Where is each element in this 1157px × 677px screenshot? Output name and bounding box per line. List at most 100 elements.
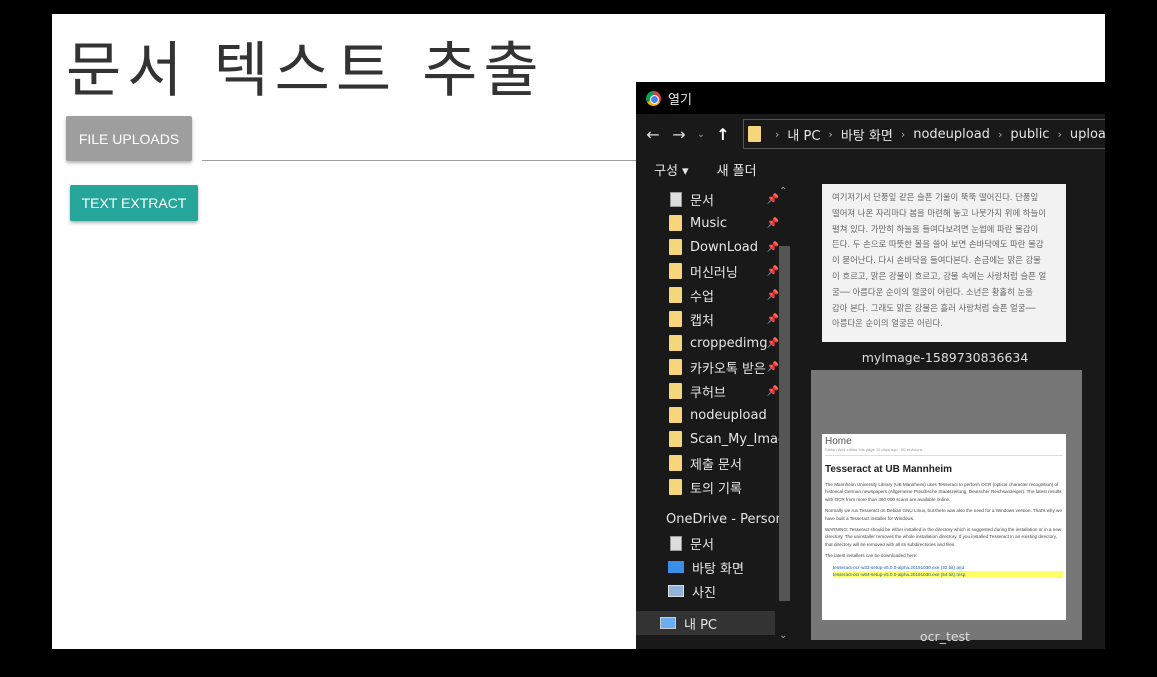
sidebar-item-machine-learning[interactable]: 머신러닝 📌	[636, 259, 781, 283]
sidebar-item-pictures[interactable]: 사진	[636, 579, 781, 603]
pc-icon	[660, 617, 676, 629]
sidebar-item-label: DownLoad	[690, 239, 759, 255]
sidebar-item-submitted-docs[interactable]: 제출 문서	[636, 451, 781, 475]
file-upload-button[interactable]: FILE UPLOADS	[66, 116, 192, 161]
up-arrow-icon[interactable]: ↑	[714, 125, 732, 144]
folder-icon	[669, 287, 682, 303]
text-extract-button[interactable]: TEXT EXTRACT	[70, 185, 198, 221]
sidebar-item-label: Music	[690, 215, 727, 231]
sidebar-item-documents[interactable]: 문서 📌	[636, 187, 781, 211]
folder-icon	[669, 359, 682, 375]
preview-list-item: tesseract-ocr-w32-setup-v5.0.0-alpha.201…	[833, 564, 964, 570]
breadcrumb-item[interactable]: nodeupload	[913, 127, 990, 142]
chrome-icon	[646, 90, 661, 106]
sidebar-item-label: 내 PC	[684, 617, 718, 633]
sidebar-item-label: Scan_My_Image	[690, 431, 781, 447]
file-thumbnail: 여기저기서 단풍잎 같은 슬픈 기울이 뚝뚝 떨어진다. 단풍잎 떨어져 나온 …	[822, 184, 1066, 342]
preview-line: 굴── 아름다운 순이의 얼굴이 어린다. 소년은 황홀히 눈을	[832, 286, 1033, 297]
preview-line: 여기저기서 단풍잎 같은 슬픈 기울이 뚝뚝 떨어진다. 단풍잎	[832, 192, 1039, 202]
preview-line: 든다. 두 손으로 따뜻한 볼을 쓸어 보면 손바닥에도 파란 물감	[832, 239, 1044, 250]
folder-icon	[669, 311, 682, 327]
page-title: 문서 텍스트 추출	[66, 36, 545, 106]
breadcrumb-item[interactable]: uploads	[1070, 127, 1105, 142]
sidebar-item-kakaotalk[interactable]: 카카오톡 받은 📌	[636, 355, 781, 379]
preview-paragraph: The latest installers can be downloaded …	[825, 553, 918, 559]
sidebar-item-onedrive-documents[interactable]: 문서	[636, 531, 781, 555]
folder-icon	[669, 431, 682, 447]
sidebar-item-label: 쿠허브	[690, 385, 726, 401]
breadcrumb-separator-icon: ›	[900, 127, 906, 141]
organize-menu[interactable]: 구성 ▾	[654, 160, 689, 179]
document-icon	[670, 535, 682, 551]
breadcrumb-item[interactable]: 바탕 화면	[841, 125, 893, 144]
preview-line: 이 묻어난다. 다시 손바닥을 들여다본다. 손금에는 맑은 강물	[832, 255, 1041, 266]
forward-arrow-icon[interactable]: →	[670, 125, 688, 144]
sidebar-item-label: 제출 문서	[690, 457, 742, 473]
chevron-down-icon[interactable]: ⌄	[696, 129, 706, 140]
preview-home: Home	[825, 436, 852, 447]
sidebar-item-label: 문서	[690, 537, 714, 553]
back-arrow-icon[interactable]: ←	[644, 125, 662, 144]
document-icon	[670, 191, 682, 207]
navigation-bar: ← → ⌄ ↑ › 내 PC › 바탕 화면 › nodeupload › pu…	[636, 114, 1105, 154]
sidebar-item-capture[interactable]: 캡처 📌	[636, 307, 781, 331]
sidebar-item-onedrive[interactable]: OneDrive - Person	[636, 507, 781, 531]
scrollbar-thumb[interactable]	[779, 246, 790, 601]
scroll-down-icon[interactable]: ⌄	[779, 630, 787, 641]
preview-meta: Stefan Weil edited this page 16 days ago…	[825, 447, 1063, 456]
sidebar-item-label: nodeupload	[690, 407, 767, 423]
sidebar-item-download[interactable]: DownLoad 📌	[636, 235, 781, 259]
desktop-icon	[668, 561, 684, 573]
preview-paragraph: WARNING: Tesseract should be either inst…	[825, 527, 1062, 547]
file-list: 여기저기서 단풍잎 같은 슬픈 기울이 뚝뚝 떨어진다. 단풍잎 떨어져 나온 …	[794, 184, 1105, 649]
sidebar-item-discussion-log[interactable]: 토의 기록	[636, 475, 781, 499]
preview-paragraph: Normally we run Tesseract on Debian GNU …	[825, 508, 1062, 521]
sidebar-item-class[interactable]: 수업 📌	[636, 283, 781, 307]
sidebar-item-croppedimg[interactable]: croppedimg 📌	[636, 331, 781, 355]
file-thumbnail: Home Stefan Weil edited this page 16 day…	[822, 434, 1066, 620]
preview-line: 이 흐르고, 맑은 강물이 흐르고, 강물 속에는 사랑처럼 슬픈 얼	[832, 270, 1047, 281]
folder-icon	[669, 263, 682, 279]
sidebar-item-desktop[interactable]: 바탕 화면	[636, 555, 781, 579]
folder-icon	[748, 126, 761, 142]
sidebar-item-label: 사진	[692, 585, 716, 601]
breadcrumb-separator-icon: ›	[997, 127, 1003, 141]
file-path-input[interactable]	[202, 160, 642, 161]
breadcrumb-item[interactable]: 내 PC	[787, 125, 820, 144]
breadcrumb-separator-icon: ›	[1057, 127, 1062, 141]
folder-icon	[669, 407, 682, 423]
breadcrumb-item[interactable]: public	[1010, 127, 1049, 142]
file-name: ocr_test	[920, 629, 970, 644]
sidebar-item-label: croppedimg	[690, 335, 768, 351]
preview-paragraph: The Mannheim University Library (UB Mann…	[825, 482, 1062, 502]
sidebar-item-label: 수업	[690, 289, 714, 305]
sidebar-item-scan-my-image[interactable]: Scan_My_Image	[636, 427, 781, 451]
sidebar-item-nodeupload[interactable]: nodeupload	[636, 403, 781, 427]
dialog-titlebar: 열기	[636, 82, 1105, 114]
folder-icon	[669, 455, 682, 471]
sidebar-item-kuhub[interactable]: 쿠허브 📌	[636, 379, 781, 403]
sidebar-item-label: 바탕 화면	[692, 561, 744, 577]
preview-line: 감아 본다. 그래도 맑은 강물은 흘러 사랑처럼 슬픈 얼굴──	[832, 302, 1036, 313]
breadcrumb-separator-icon: ›	[775, 127, 780, 141]
sidebar-item-music[interactable]: Music 📌	[636, 211, 781, 235]
address-bar[interactable]: › 내 PC › 바탕 화면 › nodeupload › public › u…	[743, 119, 1105, 149]
sidebar-item-label: 토의 기록	[690, 481, 742, 497]
new-folder-button[interactable]: 새 폴더	[717, 160, 757, 179]
folder-icon	[669, 239, 682, 255]
dialog-title: 열기	[668, 92, 692, 108]
sidebar-item-this-pc[interactable]: 내 PC	[636, 611, 775, 635]
sidebar-item-label: 머신러닝	[690, 265, 738, 281]
preview-line: 펼쳐 있다. 가만히 하늘을 들여다보려면 눈썹에 파란 물감이	[832, 223, 1039, 234]
folder-icon	[669, 215, 682, 231]
dialog-toolbar: 구성 ▾ 새 폴더	[636, 154, 1105, 184]
breadcrumb-separator-icon: ›	[828, 127, 833, 141]
sidebar-item-label: 문서	[690, 193, 714, 209]
folder-icon	[669, 335, 682, 351]
scroll-up-icon[interactable]: ⌃	[779, 186, 787, 197]
preview-line: 아름다운 순이의 얼굴은 어린다.	[832, 318, 943, 329]
file-name: myImage-1589730836634	[861, 350, 1029, 365]
preview-line: 떨어져 나온 자리마다 봄을 마련해 놓고 나뭇가지 위에 하늘이	[832, 207, 1046, 218]
file-open-dialog: 열기 ← → ⌄ ↑ › 내 PC › 바탕 화면 › nodeupload ›…	[636, 82, 1105, 649]
sidebar-item-label: 카카오톡 받은	[690, 361, 766, 377]
